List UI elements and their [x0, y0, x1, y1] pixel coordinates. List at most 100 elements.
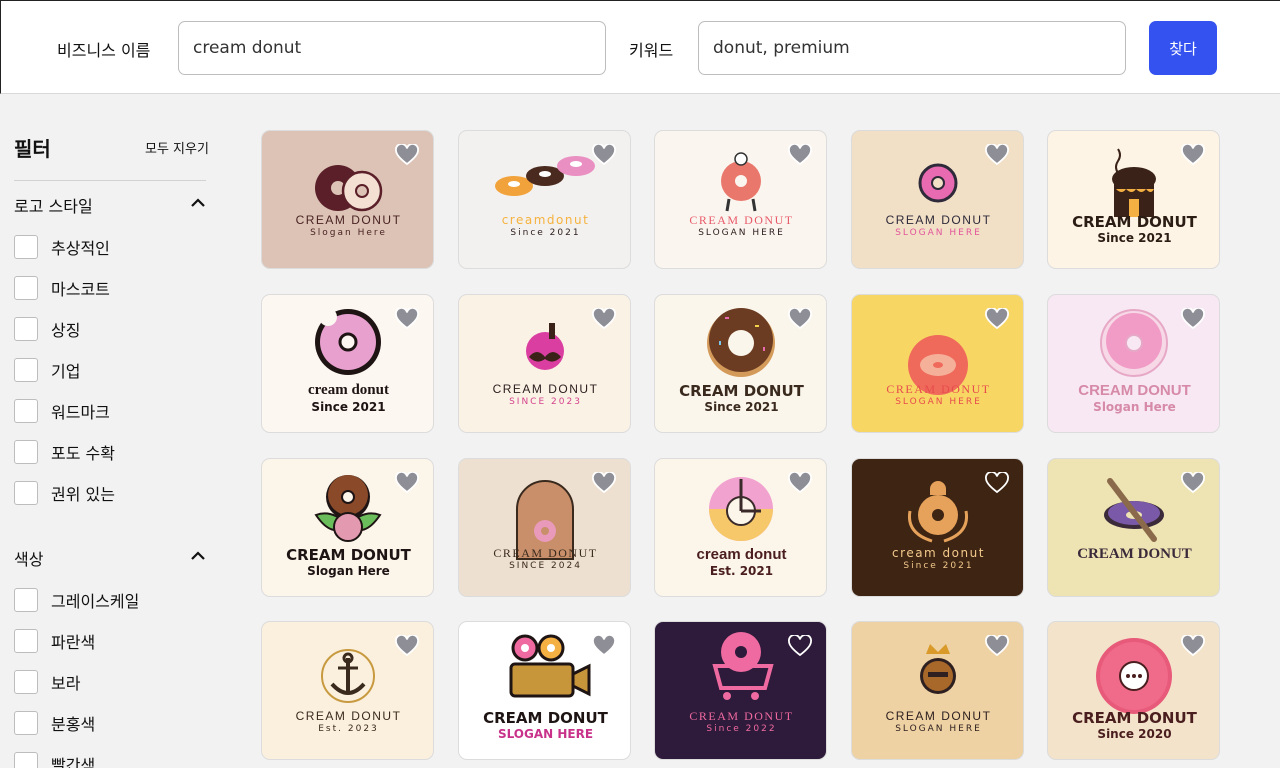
- filter-option-red[interactable]: 빨간색: [14, 751, 95, 768]
- checkbox[interactable]: [14, 358, 38, 382]
- logo-card[interactable]: CREAM DONUT SINCE 2023: [458, 294, 631, 433]
- clear-all-button[interactable]: 모두 지우기: [145, 138, 209, 157]
- logo-brand-text: CREAM DONUT: [689, 213, 794, 227]
- logo-tagline-text: Slogan Here: [1093, 400, 1176, 414]
- filter-option-prestige[interactable]: 권위 있는: [14, 480, 115, 506]
- favorite-heart-icon[interactable]: [788, 308, 812, 330]
- filter-option-emblem[interactable]: 상징: [14, 316, 80, 342]
- logo-card[interactable]: CREAM DONUT Since 2021: [1047, 130, 1220, 269]
- logo-tagline-text: Since 2020: [1097, 727, 1172, 741]
- checkbox[interactable]: [14, 752, 38, 768]
- logo-card[interactable]: CREAM DONUT SLOGAN HERE: [851, 621, 1024, 760]
- favorite-heart-icon[interactable]: [788, 635, 812, 657]
- checkbox[interactable]: [14, 629, 38, 653]
- filter-option-purple[interactable]: 보라: [14, 669, 80, 695]
- divider: [14, 180, 206, 181]
- logo-card[interactable]: cream donut Est. 2021: [654, 458, 827, 597]
- logo-tagline-text: Since 2021: [311, 400, 386, 414]
- logo-tagline-text: Since 2021: [510, 228, 581, 238]
- logo-tagline-text: SLOGAN HERE: [698, 228, 785, 238]
- logo-brand-text: CREAM DONUT: [295, 213, 402, 227]
- favorite-heart-icon[interactable]: [788, 472, 812, 494]
- logo-brand-text: CREAM DONUT: [492, 382, 599, 396]
- logo-card[interactable]: CREAM DONUT SLOGAN HERE: [654, 130, 827, 269]
- favorite-heart-icon[interactable]: [592, 635, 616, 657]
- checkbox[interactable]: [14, 670, 38, 694]
- logo-card[interactable]: CREAM DONUT SINCE 2024: [458, 458, 631, 597]
- favorite-heart-icon[interactable]: [395, 308, 419, 330]
- logo-card[interactable]: CREAM DONUT: [1047, 458, 1220, 597]
- chevron-up-icon[interactable]: [190, 195, 206, 211]
- filter-option-pink[interactable]: 분홍색: [14, 710, 95, 736]
- logo-brand-text: CREAM DONUT: [689, 709, 794, 723]
- logo-brand-text: CREAM DONUT: [679, 382, 804, 400]
- filter-option-grayscale[interactable]: 그레이스케일: [14, 587, 139, 613]
- logo-card[interactable]: cream donut Since 2021: [851, 458, 1024, 597]
- logo-tagline-text: Est. 2023: [318, 724, 379, 734]
- logo-style-heading: 로고 스타일: [14, 197, 93, 216]
- logo-brand-text: CREAM DONUT: [483, 709, 608, 727]
- logo-brand-text: cream donut: [696, 546, 787, 563]
- favorite-heart-icon[interactable]: [395, 144, 419, 166]
- logo-tagline-text: SLOGAN HERE: [895, 724, 982, 734]
- business-name-label: 비즈니스 이름: [57, 41, 151, 60]
- checkbox[interactable]: [14, 440, 38, 464]
- favorite-heart-icon[interactable]: [985, 472, 1009, 494]
- logo-brand-text: cream donut: [892, 546, 985, 560]
- favorite-heart-icon[interactable]: [395, 472, 419, 494]
- favorite-heart-icon[interactable]: [1181, 635, 1205, 657]
- logo-card[interactable]: CREAM DONUT Since 2021: [654, 294, 827, 433]
- favorite-heart-icon[interactable]: [592, 144, 616, 166]
- logo-card[interactable]: cream donut Since 2021: [261, 294, 434, 433]
- favorite-heart-icon[interactable]: [1181, 144, 1205, 166]
- checkbox[interactable]: [14, 399, 38, 423]
- checkbox[interactable]: [14, 481, 38, 505]
- logo-card[interactable]: CREAM DONUT SLOGAN HERE: [458, 621, 631, 760]
- logo-card[interactable]: creamdonut Since 2021: [458, 130, 631, 269]
- favorite-heart-icon[interactable]: [1181, 308, 1205, 330]
- find-button[interactable]: 찾다: [1149, 21, 1217, 75]
- logo-brand-text: CREAM DONUT: [1078, 382, 1191, 399]
- checkbox[interactable]: [14, 711, 38, 735]
- logo-card[interactable]: CREAM DONUT SLOGAN HERE: [851, 130, 1024, 269]
- checkbox[interactable]: [14, 317, 38, 341]
- favorite-heart-icon[interactable]: [592, 308, 616, 330]
- filter-option-corporate[interactable]: 기업: [14, 357, 80, 383]
- checkbox[interactable]: [14, 235, 38, 259]
- logo-tagline-text: Since 2021: [1097, 231, 1172, 245]
- color-heading: 색상: [14, 550, 44, 569]
- favorite-heart-icon[interactable]: [395, 635, 419, 657]
- favorite-heart-icon[interactable]: [788, 144, 812, 166]
- favorite-heart-icon[interactable]: [592, 472, 616, 494]
- checkbox[interactable]: [14, 276, 38, 300]
- logo-card[interactable]: CREAM DONUT Since 2020: [1047, 621, 1220, 760]
- checkbox[interactable]: [14, 588, 38, 612]
- logo-card[interactable]: CREAM DONUT Slogan Here: [261, 458, 434, 597]
- logo-brand-text: creamdonut: [501, 213, 590, 227]
- logo-brand-text: CREAM DONUT: [493, 546, 598, 560]
- chevron-up-icon[interactable]: [190, 548, 206, 564]
- filter-option-vintage[interactable]: 포도 수확: [14, 439, 115, 465]
- favorite-heart-icon[interactable]: [985, 308, 1009, 330]
- filter-option-mascot[interactable]: 마스코트: [14, 275, 110, 301]
- logo-card[interactable]: CREAM DONUT Est. 2023: [261, 621, 434, 760]
- business-name-input[interactable]: [178, 21, 606, 75]
- favorite-heart-icon[interactable]: [985, 635, 1009, 657]
- logo-card[interactable]: CREAM DONUT Slogan Here: [1047, 294, 1220, 433]
- logo-brand-text: CREAM DONUT: [885, 213, 992, 227]
- logo-tagline-text: Since 2021: [704, 400, 779, 414]
- favorite-heart-icon[interactable]: [985, 144, 1009, 166]
- favorite-heart-icon[interactable]: [1181, 472, 1205, 494]
- logo-card[interactable]: CREAM DONUT Since 2022: [654, 621, 827, 760]
- logo-brand-text: CREAM DONUT: [1077, 546, 1192, 562]
- logo-brand-text: CREAM DONUT: [1072, 709, 1197, 727]
- filter-option-abstract[interactable]: 추상적인: [14, 234, 110, 260]
- keyword-input[interactable]: [698, 21, 1126, 75]
- logo-brand-text: CREAM DONUT: [1072, 213, 1197, 231]
- logo-tagline-text: Since 2021: [903, 561, 974, 571]
- filter-option-blue[interactable]: 파란색: [14, 628, 95, 654]
- logo-card[interactable]: CREAM DONUT SLOGAN HERE: [851, 294, 1024, 433]
- filter-option-wordmark[interactable]: 워드마크: [14, 398, 110, 424]
- logo-card[interactable]: CREAM DONUT Slogan Here: [261, 130, 434, 269]
- logo-tagline-text: Slogan Here: [310, 228, 387, 238]
